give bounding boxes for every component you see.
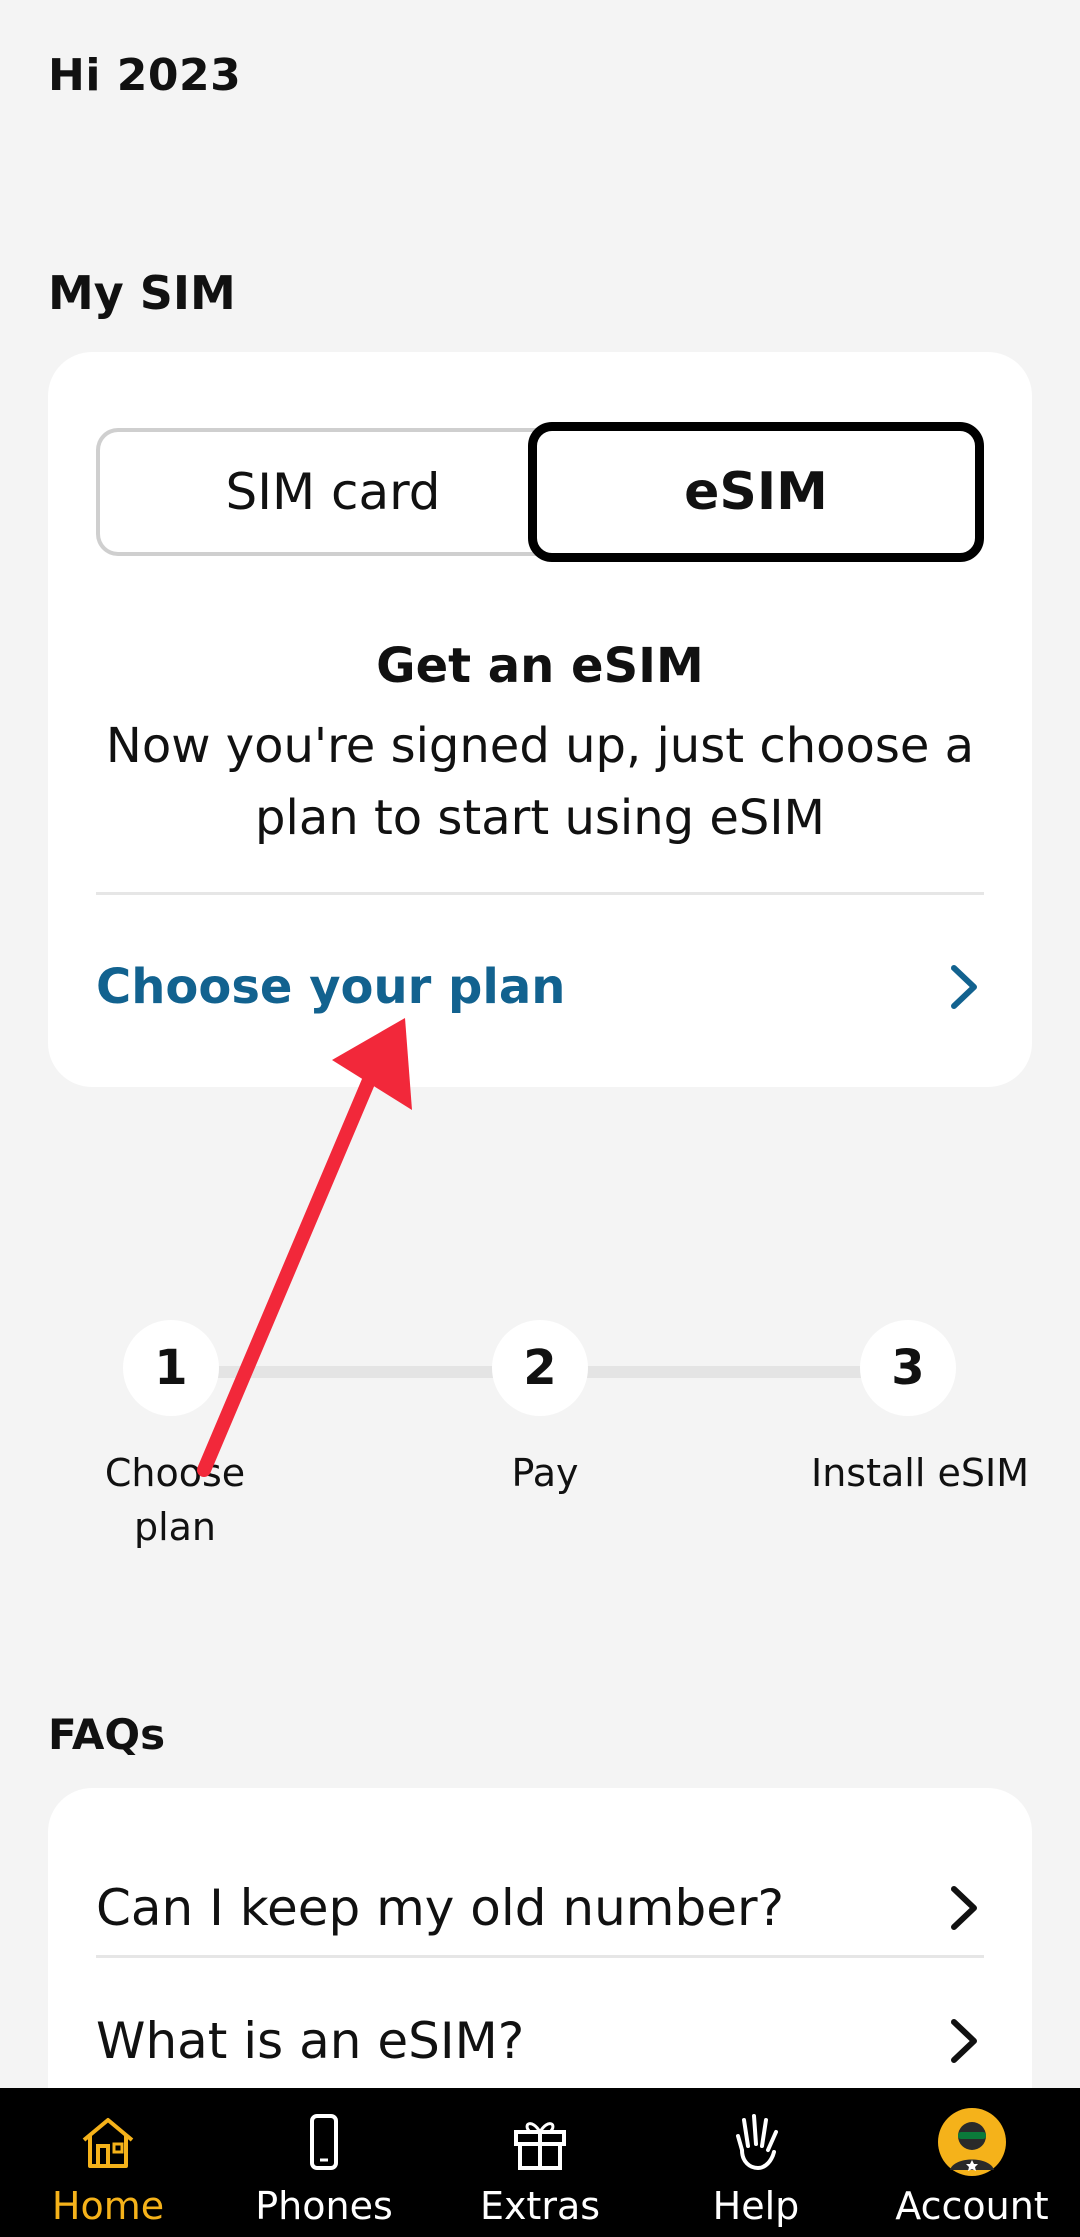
step-2-circle: 2	[492, 1320, 588, 1416]
nav-account-label: Account	[895, 2184, 1049, 2228]
faq-question: What is an eSIM?	[96, 2012, 525, 2070]
greeting: Hi 2023	[48, 50, 242, 101]
esim-option[interactable]: eSIM	[528, 422, 984, 562]
choose-plan-label: Choose your plan	[96, 959, 566, 1015]
nav-help[interactable]: Help	[648, 2088, 864, 2237]
nav-account[interactable]: Account	[864, 2088, 1080, 2237]
divider	[96, 1955, 984, 1958]
faq-item[interactable]: Can I keep my old number?	[96, 1848, 984, 1968]
get-esim-title: Get an eSIM	[376, 638, 704, 694]
chevron-right-icon	[951, 965, 977, 1009]
sim-type-toggle: SIM card eSIM	[96, 422, 984, 562]
hand-icon	[720, 2106, 792, 2178]
faq-question: Can I keep my old number?	[96, 1879, 785, 1937]
faq-item[interactable]: What is an eSIM?	[96, 1981, 984, 2101]
esim-steps: 1 2 3 Choose plan Pay Install eSIM	[0, 1320, 1080, 1560]
gift-icon	[504, 2106, 576, 2178]
home-icon	[72, 2106, 144, 2178]
step-1-circle: 1	[123, 1320, 219, 1416]
step-3-label: Install eSIM	[811, 1451, 1029, 1495]
choose-plan-link[interactable]: Choose your plan	[96, 952, 984, 1022]
nav-home-label: Home	[51, 2184, 165, 2228]
chevron-right-icon	[951, 1886, 977, 1930]
nav-extras-label: Extras	[479, 2184, 601, 2228]
divider	[96, 892, 984, 895]
step-1-label: Choose plan	[104, 1451, 246, 1549]
nav-home[interactable]: Home	[0, 2088, 216, 2237]
my-sim-title: My SIM	[48, 266, 236, 320]
step-3-circle: 3	[860, 1320, 956, 1416]
chevron-right-icon	[951, 2019, 977, 2063]
nav-phones[interactable]: Phones	[216, 2088, 432, 2237]
step-2-label: Pay	[511, 1451, 579, 1495]
get-esim-description: Now you're signed up, just choose a plan…	[105, 718, 975, 846]
phone-icon	[288, 2106, 360, 2178]
nav-help-label: Help	[712, 2184, 800, 2228]
avatar-icon	[936, 2106, 1008, 2178]
bottom-nav: Home Phones Extras Help Account	[0, 2088, 1080, 2237]
sim-card-panel: SIM card eSIM Get an eSIM Now you're sig…	[48, 352, 1032, 1087]
faqs-title: FAQs	[48, 1710, 166, 1759]
sim-card-option[interactable]: SIM card	[96, 428, 566, 556]
nav-phones-label: Phones	[255, 2184, 393, 2228]
nav-extras[interactable]: Extras	[432, 2088, 648, 2237]
